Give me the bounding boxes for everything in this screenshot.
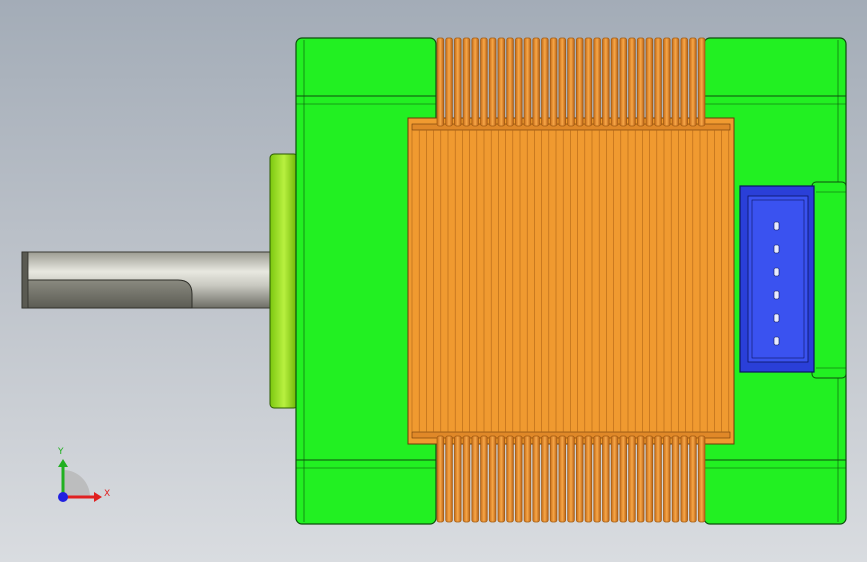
cable-connector[interactable] [739,185,815,373]
winding-rib-bottom [532,435,540,523]
graphics-viewport[interactable]: X Y [0,0,867,562]
winding-rib-top [515,37,523,127]
winding-rib-bottom [654,435,662,523]
shaft-chamfer [21,251,29,309]
winding-rib-top [680,37,688,127]
winding-rib-bottom [645,435,654,523]
winding-rib-bottom [576,435,584,523]
connector-pin [773,221,780,231]
winding-rib-top [471,37,479,127]
winding-rib-top [445,37,453,127]
winding-rib-top [488,37,497,127]
winding-rib-top [541,37,549,127]
winding-rib-top [558,37,566,127]
winding-rib-top [523,37,532,127]
winding-rib-bottom [523,435,532,523]
winding-rib-bottom [497,435,506,523]
winding-rib-top [480,37,488,127]
triad-y-label: Y [57,447,64,457]
winding-rib-top [689,37,697,127]
winding-rib-top [671,37,680,127]
connector-housing [811,181,847,379]
flange-boss [269,153,299,409]
connector-pin [773,290,780,300]
winding-rib-bottom [602,435,610,523]
connector-pin [773,313,780,323]
winding-rib-top [619,37,627,127]
winding-rib-top [576,37,584,127]
winding-rib-top [549,37,558,127]
winding-rib-top [567,37,575,127]
winding-rib-top [436,37,445,127]
winding-rib-bottom [515,435,523,523]
winding-rib-bottom [628,435,636,523]
connector-pin [773,267,780,277]
winding-rib-top [462,37,471,127]
stator-plate [407,117,735,445]
winding-rib-bottom [549,435,558,523]
winding-rib-top [532,37,540,127]
winding-rib-bottom [558,435,566,523]
winding-rib-bottom [636,435,645,523]
winding-rib-bottom [436,435,445,523]
winding-rib-top [628,37,636,127]
winding-rib-top [497,37,506,127]
winding-rib-top [602,37,610,127]
winding-rib-top [645,37,654,127]
winding-rib-bottom [567,435,575,523]
reference-triad[interactable]: X Y [57,447,110,502]
motor-model-view[interactable]: X Y [0,0,867,562]
winding-rib-bottom [506,435,514,523]
winding-rib-top [506,37,514,127]
triad-xy-plane [63,470,90,497]
winding-rib-bottom [445,435,453,523]
winding-rib-bottom [488,435,497,523]
triad-z-axis [58,492,68,502]
winding-rib-bottom [471,435,479,523]
winding-rib-bottom [610,435,619,523]
triad-y-arrowhead [58,459,68,467]
winding-rib-bottom [697,435,706,523]
winding-rib-top [593,37,601,127]
winding-rib-top [584,37,593,127]
triad-x-arrowhead [94,492,102,502]
winding-rib-top [697,37,706,127]
winding-rib-bottom [541,435,549,523]
connector-pin [773,244,780,254]
winding-rib-bottom [454,435,462,523]
winding-rib-bottom [671,435,680,523]
winding-rib-top [454,37,462,127]
winding-rib-bottom [689,435,697,523]
triad-x-label: X [104,489,110,499]
winding-rib-bottom [680,435,688,523]
winding-rib-top [654,37,662,127]
connector-pin [773,336,780,346]
winding-rib-bottom [593,435,601,523]
pilot-flange[interactable] [269,153,299,409]
winding-rib-bottom [584,435,593,523]
winding-rib-bottom [619,435,627,523]
motor-shaft[interactable] [21,251,277,309]
winding-rib-bottom [480,435,488,523]
winding-rib-top [636,37,645,127]
winding-rib-top [663,37,671,127]
winding-rib-bottom [663,435,671,523]
shaft-d-flat [21,279,193,309]
winding-rib-top [610,37,619,127]
winding-rib-bottom [462,435,471,523]
stator-core[interactable] [407,117,735,445]
